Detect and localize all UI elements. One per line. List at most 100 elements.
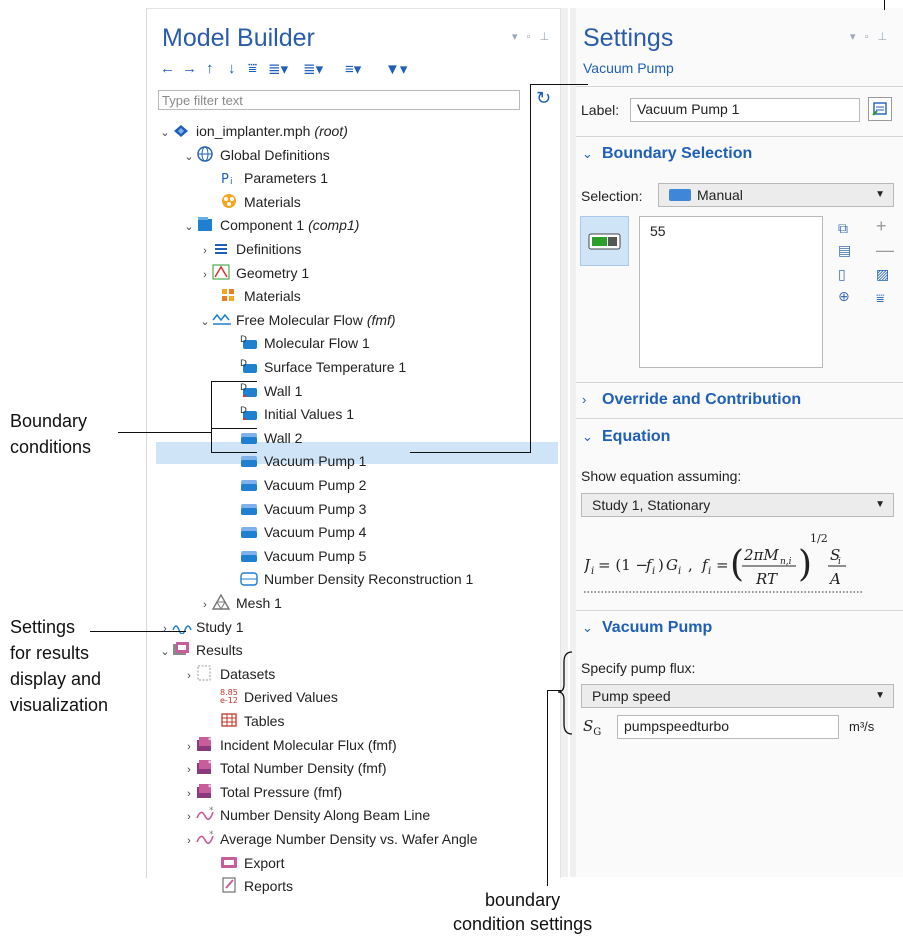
- manual-selection-icon: [669, 189, 691, 201]
- svg-text:i: i: [678, 566, 681, 577]
- clear-selection-icon[interactable]: ▨: [876, 266, 889, 283]
- refresh-icon[interactable]: ↻: [536, 88, 551, 109]
- equation-formula: Ji = (1 − fi ) Gi , fi = ( 2πM n,i RT ) 1/…: [581, 532, 862, 593]
- callout-line: [90, 631, 186, 632]
- forward-arrow-icon[interactable]: →: [182, 60, 197, 77]
- tree-node[interactable]: Wall 2: [226, 427, 302, 449]
- chevron-down-icon[interactable]: ⌄: [158, 641, 172, 663]
- chevron-down-icon[interactable]: ⌄: [182, 146, 196, 168]
- chevron-right-icon[interactable]: ›: [182, 759, 196, 781]
- label-input[interactable]: Vacuum Pump 1: [630, 98, 860, 122]
- panel-window-controls[interactable]: ▾ ▫ ⊥: [512, 30, 552, 43]
- tree-node[interactable]: Number Density Reconstruction 1: [226, 568, 473, 590]
- selection-list[interactable]: 55: [639, 216, 823, 368]
- tree-node-label: Export: [244, 854, 285, 871]
- chevron-right-icon[interactable]: ›: [182, 830, 196, 852]
- tree-node[interactable]: Pi Parameters 1: [206, 167, 328, 189]
- tree-node[interactable]: Reports: [206, 875, 293, 897]
- chevron-right-icon[interactable]: ›: [198, 594, 212, 616]
- svg-text:*: *: [208, 759, 212, 768]
- tree-node[interactable]: Vacuum Pump 5: [226, 545, 366, 567]
- tree-node[interactable]: D Surface Temperature 1: [226, 356, 406, 378]
- section-boundary-selection[interactable]: ⌄ Boundary Selection: [576, 136, 903, 172]
- collapse-icon[interactable]: ≣▾: [303, 60, 323, 78]
- move-up-icon[interactable]: ↑: [206, 60, 214, 77]
- tree-node-label: Number Density Along Beam Line: [220, 807, 431, 824]
- tree-node[interactable]: › * Average Number Density vs. Wafer Angle: [182, 828, 477, 852]
- chevron-down-icon[interactable]: ⌄: [182, 216, 196, 238]
- tree-node[interactable]: D Wall 1: [226, 380, 302, 402]
- chevron-right-icon[interactable]: ›: [198, 240, 212, 262]
- view-list-icon[interactable]: ≡▾: [345, 60, 361, 78]
- callout-line: [211, 452, 257, 453]
- chevron-down-icon[interactable]: ⌄: [158, 122, 172, 144]
- back-arrow-icon[interactable]: ←: [160, 60, 175, 77]
- vacuum-pump-icon: [240, 452, 258, 468]
- tree-node[interactable]: ⌄ Global Definitions: [182, 144, 330, 166]
- pump-flux-combo[interactable]: Pump speed ▼: [581, 684, 894, 708]
- section-override-contribution[interactable]: › Override and Contribution: [576, 382, 903, 418]
- tree-node-label: Materials: [244, 193, 301, 210]
- tree-node[interactable]: ⌄ Results: [158, 639, 243, 661]
- svg-text:P: P: [221, 172, 229, 185]
- selection-combo[interactable]: Manual ▼: [658, 183, 894, 207]
- tree-node[interactable]: › * Total Number Density (fmf): [182, 757, 386, 779]
- tree-node[interactable]: › Study 1: [158, 616, 243, 638]
- chevron-right-icon[interactable]: ›: [198, 264, 212, 286]
- show-selection-icon[interactable]: ⩸: [876, 290, 885, 307]
- move-down-icon[interactable]: ↓: [228, 60, 236, 77]
- chevron-right-icon[interactable]: ›: [182, 806, 196, 828]
- tree-node[interactable]: Vacuum Pump 2: [226, 474, 366, 496]
- tree-node-tag: (root): [314, 123, 348, 139]
- tree-node[interactable]: D Initial Values 1: [226, 403, 354, 425]
- pump-speed-input[interactable]: pumpspeedturbo: [617, 715, 839, 739]
- vacuum-pump-icon: [240, 500, 258, 515]
- callout-line: [410, 452, 530, 453]
- paste-icon[interactable]: ▯: [838, 266, 846, 283]
- tree-node[interactable]: D Molecular Flow 1: [226, 332, 370, 354]
- zoom-to-selection-icon[interactable]: ⊕: [838, 288, 850, 305]
- tree-node[interactable]: Vacuum Pump 1: [226, 450, 366, 472]
- tree-node[interactable]: › Datasets: [182, 663, 275, 685]
- edit-label-button[interactable]: [868, 97, 892, 121]
- add-icon[interactable]: +: [876, 216, 887, 237]
- settings-window-controls[interactable]: ▾ ▫ ⊥: [850, 30, 890, 43]
- tree-node[interactable]: › Mesh 1: [198, 592, 282, 614]
- equation-study-combo[interactable]: Study 1, Stationary ▼: [581, 493, 894, 517]
- section-equation[interactable]: ⌄ Equation: [576, 419, 903, 455]
- build-icon[interactable]: ▼▾: [385, 60, 407, 78]
- expand-sections-icon[interactable]: ≣▾: [268, 60, 288, 78]
- chevron-right-icon[interactable]: ›: [182, 665, 196, 687]
- show-icon[interactable]: ⩸: [248, 60, 257, 77]
- tree-node[interactable]: Materials: [206, 285, 301, 307]
- section-vacuum-pump[interactable]: ⌄ Vacuum Pump: [576, 610, 903, 646]
- export-icon: [220, 854, 238, 868]
- tree-node[interactable]: Vacuum Pump 3: [226, 498, 366, 520]
- paste-selection-icon[interactable]: ⧉: [838, 220, 848, 237]
- tree-node[interactable]: ⌄ Free Molecular Flow (fmf): [198, 309, 395, 333]
- tree-node[interactable]: › * Incident Molecular Flux (fmf): [182, 734, 396, 758]
- chevron-right-icon[interactable]: ›: [182, 783, 196, 805]
- tree-node[interactable]: Materials: [206, 191, 301, 213]
- tree-node[interactable]: ⌄ Component 1 (comp1): [182, 214, 359, 236]
- chevron-down-icon[interactable]: ⌄: [198, 311, 212, 333]
- tree-node[interactable]: › Geometry 1: [198, 262, 309, 284]
- globe-icon: [196, 145, 214, 162]
- filter-input[interactable]: Type filter text: [158, 90, 520, 110]
- tree-node[interactable]: › Definitions: [198, 238, 301, 260]
- copy-selection-icon[interactable]: ▤: [838, 242, 851, 259]
- tree-node[interactable]: › * Number Density Along Beam Line: [182, 804, 430, 826]
- tree-node[interactable]: Tables: [206, 710, 284, 732]
- tree-node[interactable]: 8.85 e-12 Derived Values: [206, 686, 338, 708]
- svg-text:i: i: [230, 177, 233, 185]
- chevron-right-icon: ›: [582, 392, 587, 407]
- tree-node[interactable]: Export: [206, 852, 284, 874]
- tree-node[interactable]: Vacuum Pump 4: [226, 521, 366, 543]
- tree-node[interactable]: › * Total Pressure (fmf): [182, 781, 342, 803]
- chevron-right-icon[interactable]: ›: [158, 618, 172, 640]
- chevron-right-icon[interactable]: ›: [182, 736, 196, 758]
- selection-list-item[interactable]: 55: [650, 223, 666, 239]
- tree-node[interactable]: ⌄ ion_implanter.mph (root): [158, 120, 348, 144]
- remove-icon[interactable]: —: [876, 240, 894, 261]
- active-toggle-button[interactable]: [580, 216, 629, 266]
